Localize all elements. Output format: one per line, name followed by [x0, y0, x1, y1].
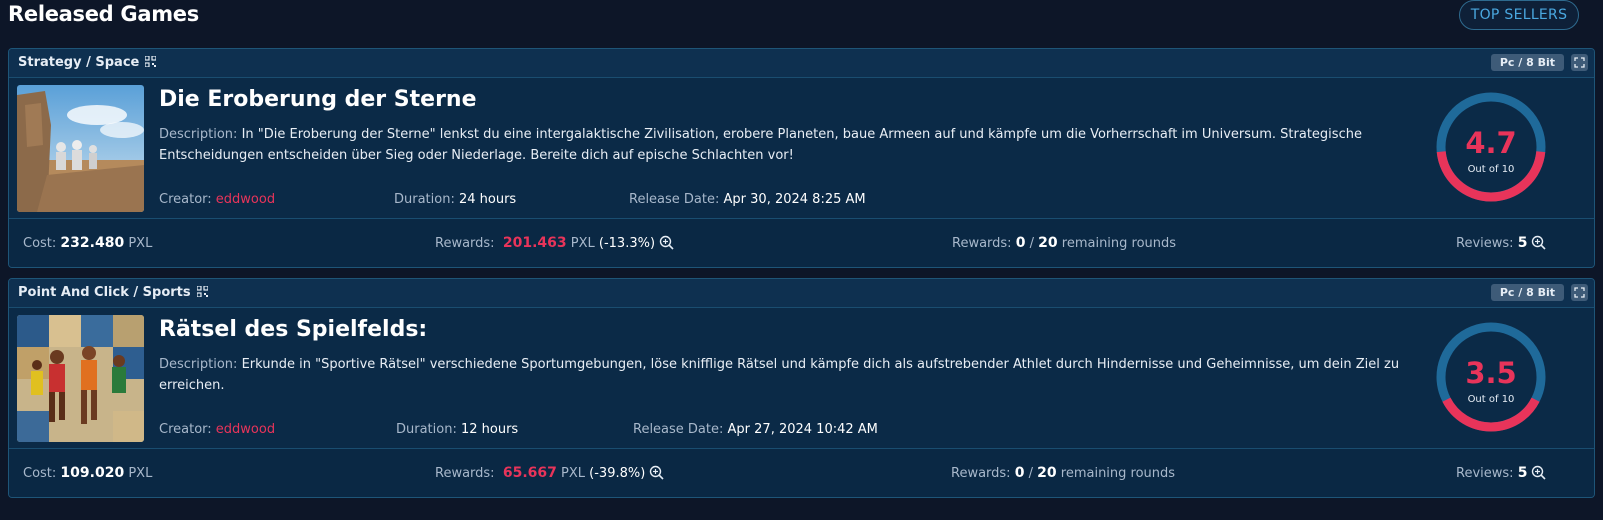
release-date-label: Release Date:	[629, 192, 720, 207]
reviews-field: Reviews: 5	[1456, 465, 1547, 481]
rating-gauge: 3.5 Out of 10	[1436, 322, 1546, 432]
rounds-total: 20	[1037, 465, 1057, 481]
reviews-value: 5	[1517, 465, 1528, 481]
cost-value: 232.480	[60, 235, 125, 251]
page-title: Released Games	[8, 2, 199, 26]
qr-code-icon[interactable]	[196, 286, 208, 297]
genre-label: Point And Click / Sports	[18, 285, 208, 300]
reviews-label: Reviews:	[1456, 236, 1514, 251]
platform-badge: Pc / 8 Bit	[1490, 54, 1564, 71]
game-thumbnail[interactable]	[17, 315, 144, 442]
creator-label: Creator:	[159, 192, 212, 207]
rewards-currency: PXL	[561, 466, 586, 481]
description-label: Description:	[159, 127, 238, 142]
cost-label: Cost:	[23, 236, 57, 251]
rounds-label: Rewards:	[952, 236, 1012, 251]
zoom-in-icon[interactable]	[659, 235, 674, 250]
description-text: In "Die Eroberung der Sterne" lenkst du …	[159, 127, 1362, 163]
cost-label: Cost:	[23, 466, 57, 481]
reviews-value: 5	[1517, 235, 1528, 251]
game-card: Point And Click / Sports Pc / 8 Bit Räts…	[8, 278, 1595, 498]
release-date-label: Release Date:	[633, 422, 724, 437]
rewards-percent: (-13.3%)	[598, 236, 656, 251]
creator-label: Creator:	[159, 422, 212, 437]
rating-gauge: 4.7 Out of 10	[1436, 92, 1546, 202]
game-description: Description: Erkunde in "Sportive Rätsel…	[159, 354, 1409, 396]
rewards-value: 65.667	[502, 465, 557, 481]
rewards-currency: PXL	[570, 236, 595, 251]
reviews-label: Reviews:	[1456, 466, 1514, 481]
release-date-field: Release Date: Apr 27, 2024 10:42 AM	[633, 422, 878, 437]
rounds-field: Rewards: 0 / 20 remaining rounds	[952, 235, 1176, 251]
rating-value: 4.7	[1465, 126, 1516, 160]
rounds-done: 0	[1015, 235, 1026, 251]
creator-link[interactable]: eddwood	[216, 422, 275, 437]
duration-value: 24 hours	[458, 192, 517, 207]
rewards-label: Rewards:	[435, 236, 495, 251]
description-text: Erkunde in "Sportive Rätsel" verschieden…	[159, 357, 1400, 393]
game-title[interactable]: Rätsel des Spielfelds:	[159, 317, 427, 342]
rewards-field: Rewards: 201.463 PXL (-13.3%)	[435, 235, 674, 251]
card-footer: Cost: 232.480 PXL Rewards: 201.463 PXL (…	[9, 218, 1594, 267]
creator-link[interactable]: eddwood	[216, 192, 275, 207]
duration-label: Duration:	[394, 192, 455, 207]
rating-scale: Out of 10	[1468, 394, 1515, 405]
cost-currency: PXL	[128, 466, 153, 481]
rounds-remaining-label: remaining rounds	[1060, 466, 1176, 481]
duration-field: Duration: 12 hours	[396, 422, 518, 437]
rating-scale: Out of 10	[1468, 164, 1515, 175]
rating-value: 3.5	[1465, 356, 1516, 390]
game-card: Strategy / Space Pc / 8 Bit Die Eroberun…	[8, 48, 1595, 268]
genre-text: Point And Click / Sports	[18, 285, 191, 300]
rounds-total: 20	[1038, 235, 1058, 251]
genre-text: Strategy / Space	[18, 55, 140, 70]
cost-currency: PXL	[128, 236, 153, 251]
expand-icon[interactable]	[1571, 54, 1588, 71]
card-footer: Cost: 109.020 PXL Rewards: 65.667 PXL (-…	[9, 448, 1594, 497]
rounds-remaining-label: remaining rounds	[1061, 236, 1177, 251]
rewards-field: Rewards: 65.667 PXL (-39.8%)	[435, 465, 664, 481]
rounds-slash: /	[1028, 466, 1033, 481]
duration-field: Duration: 24 hours	[394, 192, 516, 207]
rounds-done: 0	[1014, 465, 1025, 481]
duration-value: 12 hours	[460, 422, 519, 437]
rewards-value: 201.463	[502, 235, 567, 251]
creator-field: Creator: eddwood	[159, 422, 275, 437]
top-sellers-button[interactable]: TOP SELLERS	[1459, 0, 1579, 30]
rounds-slash: /	[1029, 236, 1034, 251]
creator-field: Creator: eddwood	[159, 192, 275, 207]
platform-badge: Pc / 8 Bit	[1490, 284, 1564, 301]
duration-label: Duration:	[396, 422, 457, 437]
game-thumbnail[interactable]	[17, 85, 144, 212]
reviews-field: Reviews: 5	[1456, 235, 1547, 251]
zoom-in-icon[interactable]	[1531, 465, 1547, 480]
expand-icon[interactable]	[1571, 284, 1588, 301]
game-description: Description: In "Die Eroberung der Stern…	[159, 124, 1409, 166]
qr-code-icon[interactable]	[145, 56, 157, 67]
genre-label: Strategy / Space	[18, 55, 157, 70]
release-date-value: Apr 27, 2024 10:42 AM	[727, 422, 878, 437]
rewards-label: Rewards:	[435, 466, 495, 481]
game-title[interactable]: Die Eroberung der Sterne	[159, 87, 477, 112]
release-date-field: Release Date: Apr 30, 2024 8:25 AM	[629, 192, 866, 207]
card-header: Strategy / Space Pc / 8 Bit	[9, 49, 1594, 78]
zoom-in-icon[interactable]	[1531, 235, 1547, 250]
rewards-percent: (-39.8%)	[589, 466, 646, 481]
zoom-in-icon[interactable]	[649, 465, 664, 480]
cost-field: Cost: 232.480 PXL	[23, 235, 152, 251]
rounds-field: Rewards: 0 / 20 remaining rounds	[951, 465, 1175, 481]
cost-value: 109.020	[60, 465, 125, 481]
card-header: Point And Click / Sports Pc / 8 Bit	[9, 279, 1594, 308]
cost-field: Cost: 109.020 PXL	[23, 465, 152, 481]
description-label: Description:	[159, 357, 238, 372]
rounds-label: Rewards:	[951, 466, 1011, 481]
release-date-value: Apr 30, 2024 8:25 AM	[723, 192, 866, 207]
